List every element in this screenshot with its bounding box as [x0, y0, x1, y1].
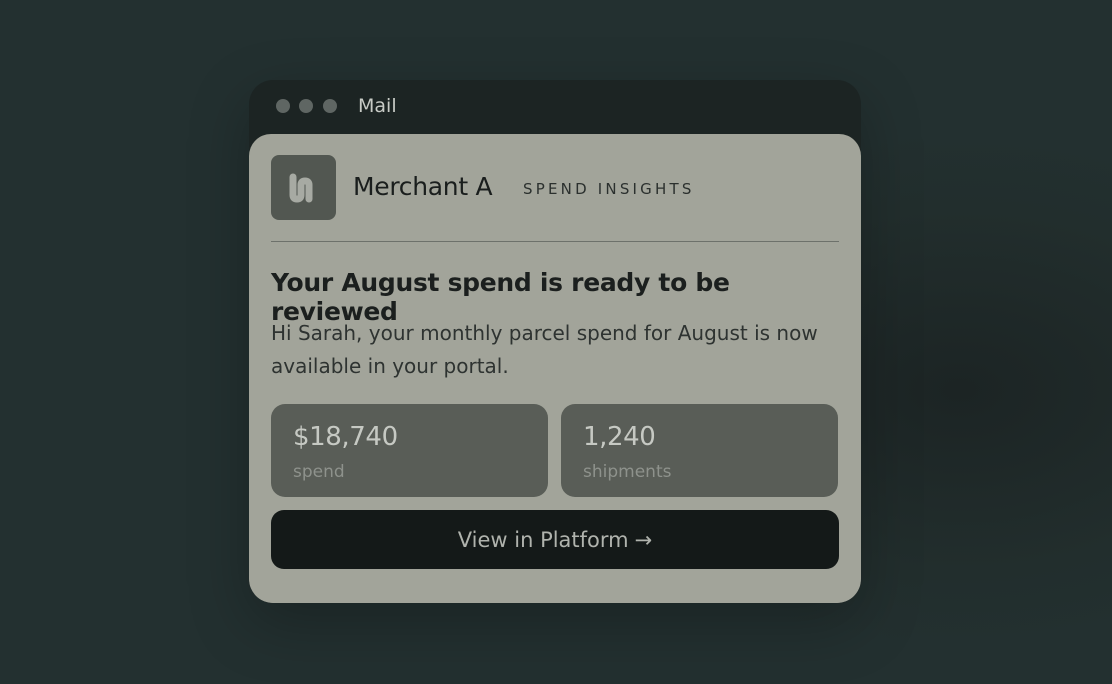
email-category: SPEND INSIGHTS [523, 180, 695, 198]
brand-logo-icon [271, 155, 336, 220]
window-maximize-dot[interactable] [323, 99, 337, 113]
header-divider [271, 241, 839, 242]
window-title: Mail [358, 95, 397, 117]
shipments-value: 1,240 [583, 422, 656, 452]
window-close-dot[interactable] [276, 99, 290, 113]
cta-label: View in Platform [457, 527, 629, 552]
shipments-stat-card: 1,240 shipments [561, 404, 838, 497]
arrow-right-icon: → [634, 527, 653, 552]
sender-name: Merchant A [353, 172, 493, 201]
window-titlebar: Mail [249, 80, 861, 134]
email-body: Hi Sarah, your monthly parcel spend for … [271, 321, 818, 378]
view-in-platform-button[interactable]: View in Platform → [271, 510, 839, 569]
spend-label: spend [293, 462, 345, 482]
shipments-label: shipments [583, 462, 672, 482]
mail-window: Mail Merchant A SPEND INSIGHTS Your Augu… [249, 80, 861, 603]
spend-value: $18,740 [293, 422, 398, 452]
email-card: Merchant A SPEND INSIGHTS Your August sp… [249, 134, 861, 603]
window-minimize-dot[interactable] [299, 99, 313, 113]
spend-stat-card: $18,740 spend [271, 404, 548, 497]
